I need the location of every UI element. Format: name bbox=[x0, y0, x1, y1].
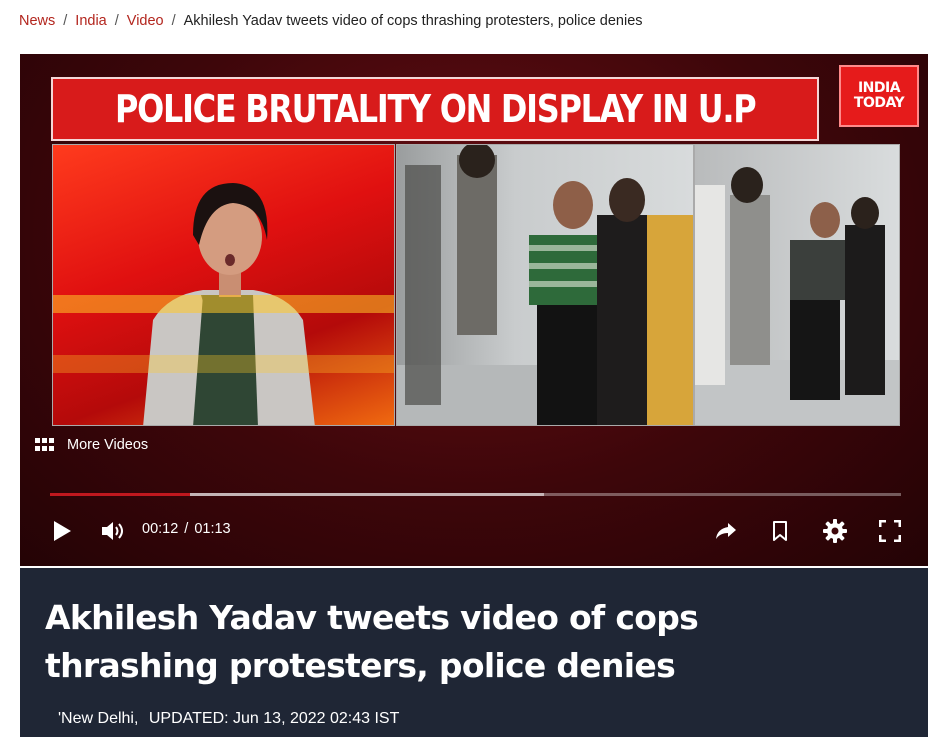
gear-icon bbox=[823, 519, 847, 543]
protest-scene-1 bbox=[397, 145, 693, 425]
volume-button[interactable] bbox=[99, 516, 129, 546]
bookmark-icon bbox=[773, 521, 787, 541]
grid-icon bbox=[35, 438, 55, 452]
anchor-figure bbox=[143, 183, 315, 425]
video-headline-banner: POLICE BRUTALITY ON DISPLAY IN U.P bbox=[51, 77, 819, 141]
breadcrumb-india[interactable]: India bbox=[75, 13, 106, 29]
video-frame-clip-2 bbox=[694, 144, 900, 426]
play-button[interactable] bbox=[47, 516, 77, 546]
breadcrumb-separator: / bbox=[114, 13, 119, 29]
breadcrumb-separator: / bbox=[171, 13, 176, 29]
breadcrumb-separator: / bbox=[63, 13, 68, 29]
article-header: Akhilesh Yadav tweets video of cops thra… bbox=[20, 568, 928, 737]
share-icon bbox=[716, 523, 736, 539]
more-videos-label: More Videos bbox=[67, 437, 149, 453]
fullscreen-icon bbox=[879, 520, 901, 542]
bookmark-button[interactable] bbox=[765, 516, 795, 546]
video-headline-text: POLICE BRUTALITY ON DISPLAY IN U.P bbox=[114, 87, 757, 131]
article-meta: 'New Delhi, UPDATED: Jun 13, 2022 02:43 … bbox=[58, 710, 399, 728]
article-location: 'New Delhi, bbox=[58, 710, 139, 727]
time-display: 00:12 / 01:13 bbox=[142, 521, 231, 537]
video-frame-clip-1 bbox=[396, 144, 694, 426]
volume-icon bbox=[102, 522, 123, 540]
video-frame-anchor bbox=[52, 144, 395, 426]
breadcrumb: News / India / Video / Akhilesh Yadav tw… bbox=[19, 10, 643, 32]
progress-bar[interactable] bbox=[50, 493, 901, 496]
settings-button[interactable] bbox=[820, 516, 850, 546]
time-separator: / bbox=[184, 521, 189, 537]
progress-played bbox=[50, 493, 190, 496]
time-current: 00:12 bbox=[142, 521, 179, 537]
more-videos-button[interactable]: More Videos bbox=[35, 437, 148, 453]
play-icon bbox=[54, 521, 71, 541]
article-title: Akhilesh Yadav tweets video of cops thra… bbox=[45, 598, 699, 685]
article-updated: UPDATED: Jun 13, 2022 02:43 IST bbox=[148, 710, 400, 727]
share-button[interactable] bbox=[711, 516, 741, 546]
logo-line-2: TODAY bbox=[853, 95, 905, 111]
protest-scene-2 bbox=[695, 167, 899, 425]
breadcrumb-current: Akhilesh Yadav tweets video of cops thra… bbox=[183, 13, 643, 29]
channel-logo: INDIA TODAY bbox=[839, 65, 919, 127]
breadcrumb-video[interactable]: Video bbox=[127, 13, 164, 29]
logo-line-1: INDIA bbox=[857, 80, 901, 96]
fullscreen-button[interactable] bbox=[875, 516, 905, 546]
time-total: 01:13 bbox=[194, 521, 231, 537]
video-player[interactable]: POLICE BRUTALITY ON DISPLAY IN U.P INDIA… bbox=[20, 54, 928, 566]
breadcrumb-news[interactable]: News bbox=[19, 13, 55, 29]
